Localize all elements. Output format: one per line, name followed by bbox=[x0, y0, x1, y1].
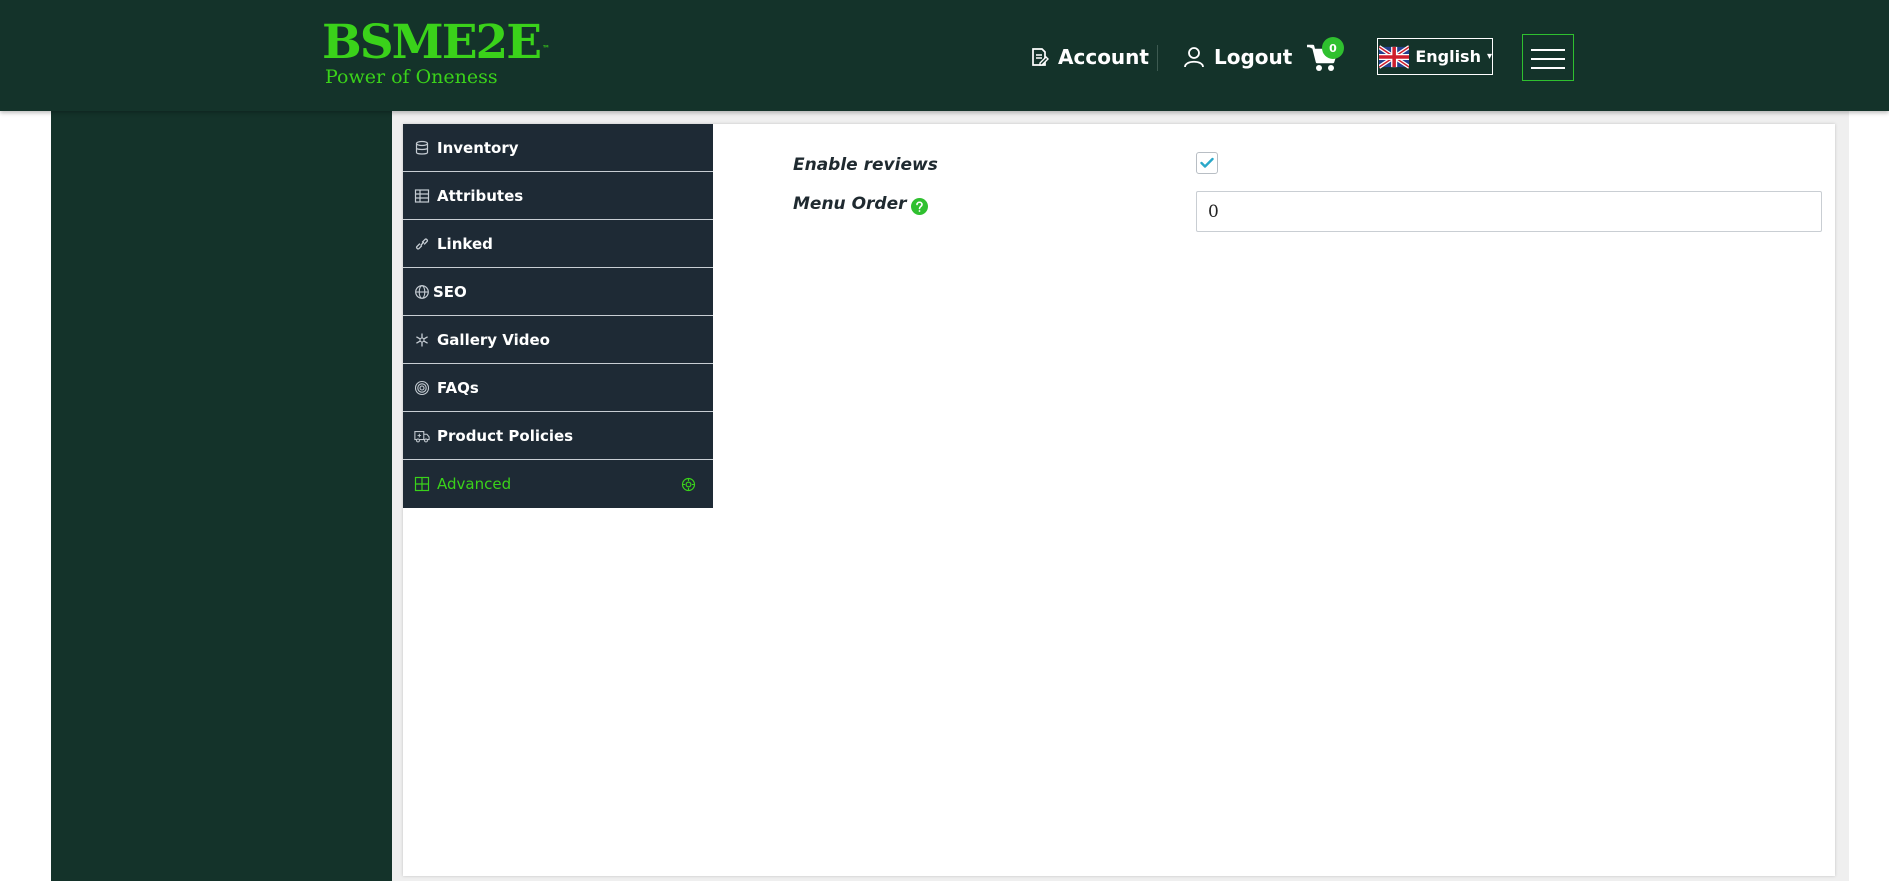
tab-seo[interactable]: SEO bbox=[403, 268, 713, 316]
chevron-down-icon: ▾ bbox=[1486, 51, 1492, 62]
help-icon[interactable] bbox=[910, 197, 928, 215]
tab-advanced[interactable]: Advanced bbox=[403, 460, 713, 508]
hamburger-icon-line bbox=[1531, 67, 1565, 69]
tab-label: SEO bbox=[433, 282, 467, 301]
logout-label: Logout bbox=[1214, 45, 1293, 69]
tab-inventory[interactable]: Inventory bbox=[403, 124, 713, 172]
enable-reviews-checkbox[interactable] bbox=[1196, 152, 1218, 174]
language-selector[interactable]: English ▾ bbox=[1377, 38, 1493, 75]
hamburger-icon bbox=[1531, 49, 1565, 51]
nav-divider bbox=[1157, 45, 1158, 71]
logout-link[interactable]: Logout bbox=[1183, 44, 1292, 70]
active-tab-indicator-icon bbox=[681, 477, 696, 496]
tab-gallery-video[interactable]: Gallery Video bbox=[403, 316, 713, 364]
menu-toggle-button[interactable] bbox=[1522, 34, 1574, 81]
globe-icon bbox=[414, 284, 430, 300]
menu-order-label: Menu Order bbox=[793, 194, 907, 214]
tab-label: Advanced bbox=[437, 475, 512, 493]
truck-icon bbox=[414, 428, 430, 444]
link-icon bbox=[414, 236, 430, 252]
tab-linked[interactable]: Linked bbox=[403, 220, 713, 268]
grid-icon bbox=[414, 476, 430, 492]
hamburger-icon-line bbox=[1531, 58, 1565, 60]
logo-wordmark: BSME2E ™ bbox=[322, 15, 550, 70]
tab-label: FAQs bbox=[437, 378, 479, 397]
enable-reviews-label: Enable reviews bbox=[793, 155, 938, 175]
menu-order-label-row: Menu Order bbox=[793, 194, 928, 215]
menu-order-input[interactable] bbox=[1196, 191, 1822, 232]
logo-tm: ™ bbox=[542, 44, 550, 53]
tab-label: Gallery Video bbox=[437, 330, 550, 349]
account-label: Account bbox=[1058, 45, 1149, 69]
account-icon bbox=[1032, 48, 1049, 66]
tab-faqs[interactable]: FAQs bbox=[403, 364, 713, 412]
tab-label: Product Policies bbox=[437, 426, 574, 445]
tab-label: Linked bbox=[437, 234, 493, 253]
account-link[interactable]: Account bbox=[1029, 44, 1149, 70]
left-sidebar-panel bbox=[51, 111, 392, 881]
tab-attributes[interactable]: Attributes bbox=[403, 172, 713, 220]
brand-logo[interactable]: BSME2E ™ Power of Oneness bbox=[322, 15, 550, 89]
tab-label: Attributes bbox=[437, 186, 524, 205]
uk-flag-icon bbox=[1379, 44, 1410, 69]
product-data-tabs: Inventory Attributes Linked SEO Gallery … bbox=[403, 124, 713, 508]
database-icon bbox=[414, 140, 430, 156]
language-label: English bbox=[1415, 47, 1481, 66]
logo-name: BSME2E bbox=[322, 15, 542, 70]
cart-count-badge: 0 bbox=[1322, 37, 1344, 59]
concentric-circles-icon bbox=[414, 380, 430, 396]
tab-product-policies[interactable]: Product Policies bbox=[403, 412, 713, 460]
tab-label: Inventory bbox=[437, 138, 519, 157]
user-icon bbox=[1184, 47, 1204, 68]
checkmark-icon bbox=[1200, 157, 1214, 168]
top-navbar: BSME2E ™ Power of Oneness Account Logout … bbox=[0, 0, 1889, 111]
snowflake-icon bbox=[414, 332, 430, 348]
table-icon bbox=[414, 188, 430, 204]
